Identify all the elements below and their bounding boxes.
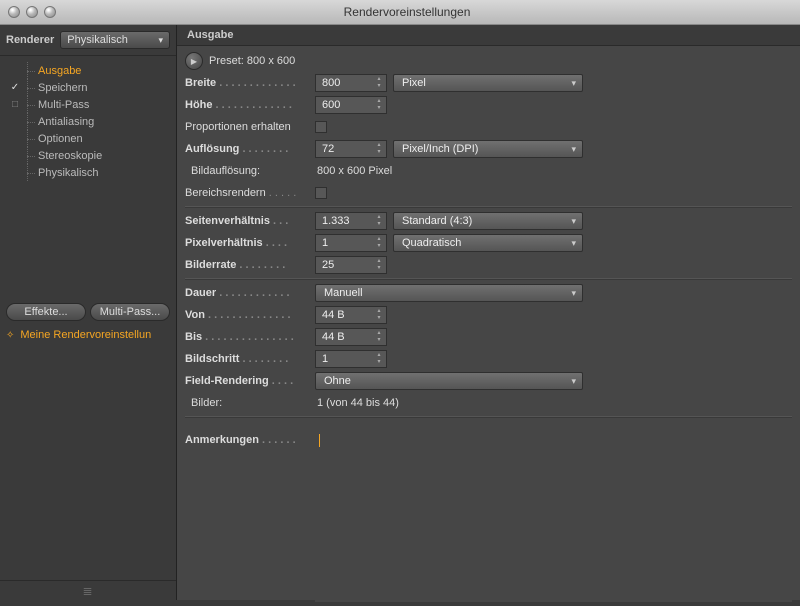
effects-button-label: Effekte... (24, 306, 67, 318)
multipass-button-label: Multi-Pass... (100, 306, 161, 318)
hoehe-value: 600 (322, 99, 340, 111)
dauer-label: Dauer . . . . . . . . . . . . (185, 287, 315, 299)
bildschritt-input[interactable]: 1▴▾ (315, 350, 387, 368)
breite-input[interactable]: 800▴▾ (315, 74, 387, 92)
anmerkungen-label: Anmerkungen . . . . . . (185, 432, 315, 446)
render-setting-name: Meine Rendervoreinstellun (20, 329, 151, 341)
pixelverhaeltnis-preset-value: Quadratisch (402, 237, 461, 249)
sidebar: Renderer Physikalisch Ausgabe ✓ Speicher… (0, 25, 177, 600)
render-setting-row[interactable]: ✧ Meine Rendervoreinstellun (0, 325, 176, 349)
bis-label: Bis . . . . . . . . . . . . . . . (185, 331, 315, 343)
bildschritt-value: 1 (322, 353, 328, 365)
pixelverhaeltnis-value: 1 (322, 237, 328, 249)
sidebar-item-label: Optionen (38, 133, 83, 145)
von-input[interactable]: 44 B▴▾ (315, 306, 387, 324)
sidebar-item-stereoskopie[interactable]: Stereoskopie (8, 147, 176, 164)
content-panel: Ausgabe ▶ Preset: 800 x 600 Breite . . .… (177, 25, 800, 600)
bis-input[interactable]: 44 B▴▾ (315, 328, 387, 346)
hoehe-label: Höhe . . . . . . . . . . . . . (185, 99, 315, 111)
settings-tree: Ausgabe ✓ Speichern □ Multi-Pass Antiali… (0, 56, 176, 299)
zoom-icon[interactable] (44, 6, 56, 18)
breite-value: 800 (322, 77, 340, 89)
bildschritt-label: Bildschritt . . . . . . . . (185, 353, 315, 365)
fieldrendering-value: Ohne (324, 375, 351, 387)
fieldrendering-dropdown[interactable]: Ohne (315, 372, 583, 390)
breite-unit-value: Pixel (402, 77, 426, 89)
preset-play-button[interactable]: ▶ (185, 52, 203, 70)
sidebar-item-label: Ausgabe (38, 65, 81, 77)
von-value: 44 B (322, 309, 345, 321)
seitenverhaeltnis-preset-dropdown[interactable]: Standard (4:3) (393, 212, 583, 230)
bis-value: 44 B (322, 331, 345, 343)
bilderrate-value: 25 (322, 259, 334, 271)
sidebar-item-check: □ (8, 99, 22, 110)
sidebar-item-ausgabe[interactable]: Ausgabe (8, 62, 176, 79)
seitenverhaeltnis-input[interactable]: 1.333▴▾ (315, 212, 387, 230)
minimize-icon[interactable] (26, 6, 38, 18)
seitenverhaeltnis-preset-value: Standard (4:3) (402, 215, 472, 227)
titlebar: Rendervoreinstellungen (0, 0, 800, 25)
renderer-label: Renderer (6, 34, 54, 46)
aufloesung-input[interactable]: 72▴▾ (315, 140, 387, 158)
sidebar-item-label: Speichern (38, 82, 88, 94)
aufloesung-value: 72 (322, 143, 334, 155)
proportionen-label: Proportionen erhalten (185, 121, 315, 133)
window-title: Rendervoreinstellungen (68, 5, 746, 19)
hoehe-input[interactable]: 600▴▾ (315, 96, 387, 114)
bilderrate-input[interactable]: 25▴▾ (315, 256, 387, 274)
sidebar-item-label: Antialiasing (38, 116, 94, 128)
breite-label: Breite . . . . . . . . . . . . . (185, 77, 315, 89)
bilderrate-label: Bilderrate . . . . . . . . (185, 259, 315, 271)
pixelverhaeltnis-input[interactable]: 1▴▾ (315, 234, 387, 252)
seitenverhaeltnis-value: 1.333 (322, 215, 350, 227)
bereichsrendern-label: ▸Bereichsrendern . . . . . (185, 187, 315, 199)
window-controls (8, 6, 56, 18)
pixelverhaeltnis-preset-dropdown[interactable]: Quadratisch (393, 234, 583, 252)
sidebar-item-label: Multi-Pass (38, 99, 89, 111)
anmerkungen-textarea[interactable] (315, 432, 792, 602)
sidebar-item-label: Physikalisch (38, 167, 99, 179)
render-setting-icon: ✧ (6, 330, 14, 341)
text-cursor-icon (319, 434, 320, 447)
dauer-dropdown[interactable]: Manuell (315, 284, 583, 302)
sidebar-item-physikalisch[interactable]: Physikalisch (8, 164, 176, 181)
bildaufloesung-label: Bildauflösung: (185, 165, 315, 177)
preset-label: Preset: 800 x 600 (209, 55, 295, 67)
proportionen-checkbox[interactable] (315, 121, 327, 133)
close-icon[interactable] (8, 6, 20, 18)
multipass-button[interactable]: Multi-Pass... (90, 303, 170, 321)
von-label: Von . . . . . . . . . . . . . . (185, 309, 315, 321)
renderer-dropdown-value: Physikalisch (67, 34, 128, 46)
panel-title: Ausgabe (177, 25, 800, 46)
fieldrendering-label: Field-Rendering . . . . (185, 375, 315, 387)
effects-button[interactable]: Effekte... (6, 303, 86, 321)
bilder-value: 1 (von 44 bis 44) (315, 397, 399, 409)
aufloesung-unit-dropdown[interactable]: Pixel/Inch (DPI) (393, 140, 583, 158)
sidebar-item-check: ✓ (8, 82, 22, 93)
sidebar-resize-handle[interactable]: ≣ (0, 580, 176, 600)
sidebar-item-multipass[interactable]: □ Multi-Pass (8, 96, 176, 113)
sidebar-item-speichern[interactable]: ✓ Speichern (8, 79, 176, 96)
breite-unit-dropdown[interactable]: Pixel (393, 74, 583, 92)
sidebar-item-label: Stereoskopie (38, 150, 102, 162)
renderer-dropdown[interactable]: Physikalisch (60, 31, 170, 49)
sidebar-item-optionen[interactable]: Optionen (8, 130, 176, 147)
sidebar-item-antialiasing[interactable]: Antialiasing (8, 113, 176, 130)
bereichsrendern-checkbox[interactable] (315, 187, 327, 199)
bilder-label: Bilder: (185, 397, 315, 409)
pixelverhaeltnis-label: Pixelverhältnis . . . . (185, 237, 315, 249)
grip-icon: ≣ (82, 584, 93, 598)
aufloesung-unit-value: Pixel/Inch (DPI) (402, 143, 478, 155)
aufloesung-label: Auflösung . . . . . . . . (185, 143, 315, 155)
bildaufloesung-value: 800 x 600 Pixel (315, 165, 392, 177)
dauer-value: Manuell (324, 287, 363, 299)
seitenverhaeltnis-label: Seitenverhältnis . . . (185, 215, 315, 227)
